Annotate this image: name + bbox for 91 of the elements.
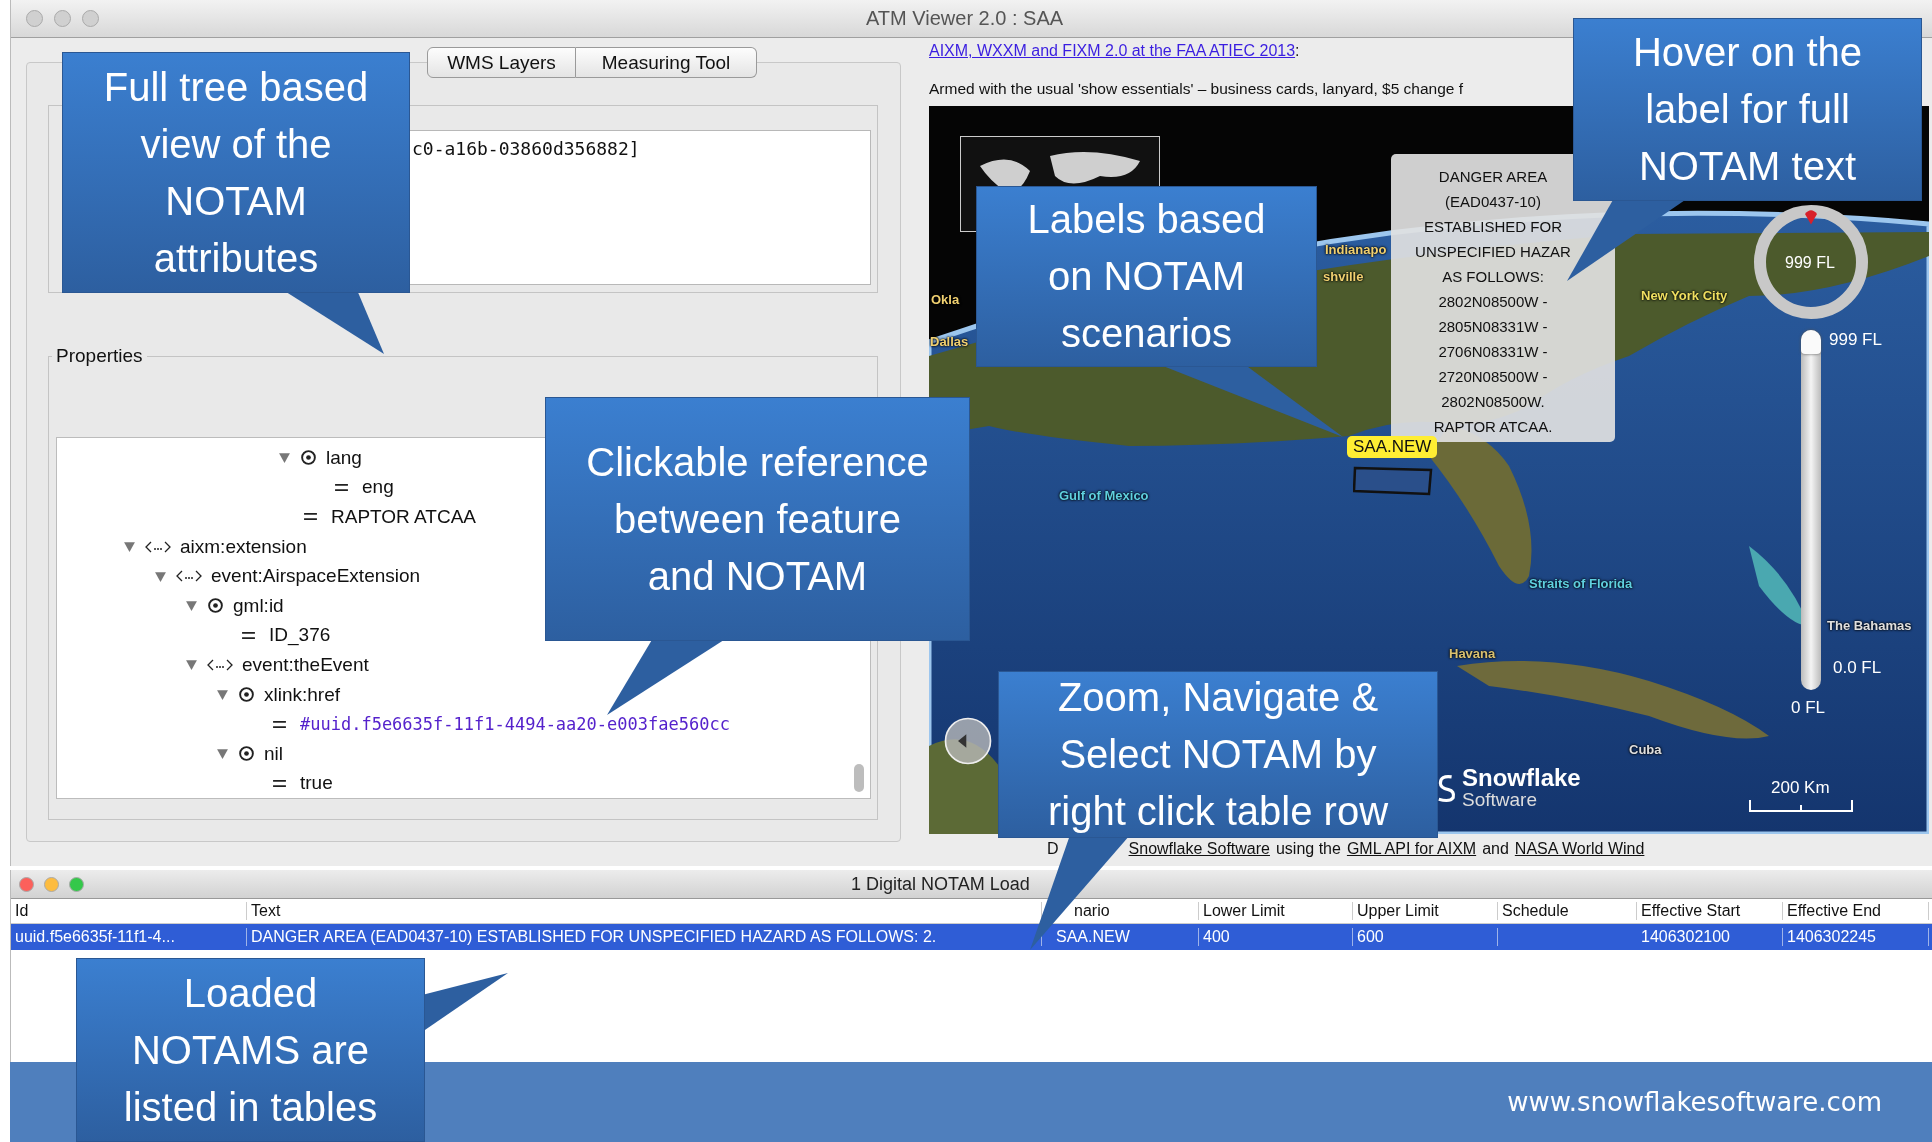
- tab[interactable]: Measuring Tool: [576, 47, 757, 78]
- feature-label[interactable]: SAA.NEW: [1347, 436, 1438, 458]
- place-label: shville: [1323, 269, 1364, 284]
- tree-expander-icon[interactable]: [154, 569, 167, 583]
- website-url[interactable]: www.snowflakesoftware.com: [1507, 1087, 1882, 1117]
- tree-node[interactable]: lang: [326, 446, 362, 469]
- tree-node[interactable]: nil: [264, 742, 283, 765]
- slider-thumb[interactable]: [1801, 330, 1821, 354]
- article-text: Armed with the usual 'show essentials' – business cards, lanyard, $5 change f: [929, 80, 1465, 99]
- column-header[interactable]: Effective Start: [1641, 902, 1741, 919]
- place-label: New York City: [1641, 288, 1728, 303]
- navigation-control-icon[interactable]: [943, 716, 993, 766]
- callout-text: Zoom, Navigate & Select NOTAM by right click table row: [1047, 674, 1389, 835]
- column-header[interactable]: Upper Limit: [1357, 902, 1439, 919]
- logo-subtitle: Software: [1462, 790, 1538, 809]
- column-header[interactable]: Text: [251, 902, 281, 919]
- logo-text: Snowflake: [1462, 766, 1581, 790]
- colon-text: :: [1295, 42, 1300, 59]
- attribute-icon: [207, 597, 224, 615]
- equals-icon: [272, 718, 287, 730]
- caption-text: using the: [1275, 840, 1341, 858]
- equals-icon: [272, 777, 287, 789]
- caption-text: and: [1482, 840, 1509, 858]
- tree-node[interactable]: aixm:extension: [180, 535, 307, 558]
- column-header[interactable]: Schedule: [1502, 902, 1569, 919]
- altitude-label: 0 FL: [1791, 698, 1826, 718]
- tree-node[interactable]: gml:id: [233, 594, 284, 617]
- compass-ring[interactable]: [1751, 202, 1871, 322]
- tree-node[interactable]: event:theEvent: [242, 653, 369, 676]
- element-icon: [145, 539, 171, 554]
- element-icon: [176, 569, 202, 584]
- scale-label: 200 Km: [1771, 778, 1830, 798]
- column-header[interactable]: Id: [15, 902, 29, 919]
- tree-expander-icon[interactable]: [185, 599, 198, 613]
- place-label: The Bahamas: [1827, 618, 1912, 633]
- tree-value: eng: [362, 476, 394, 499]
- table-cell: 600: [1353, 928, 1498, 946]
- place-label: Havana: [1449, 646, 1496, 661]
- column-header[interactable]: Effective End: [1787, 902, 1881, 919]
- table-cell: uuid.f5e6635f-11f1-4...: [11, 928, 247, 946]
- identifier-field[interactable]: c0-a16b-03860d356882]: [410, 130, 871, 285]
- attribute-icon: [238, 745, 255, 763]
- reference-link[interactable]: #uuid.f5e6635f-11f1-4494-aa20-e003fae560cc: [300, 714, 730, 735]
- table-cell: 1406302100: [1637, 928, 1783, 946]
- scrollbar-thumb[interactable]: [854, 764, 864, 792]
- attribute-icon: [300, 449, 317, 467]
- tree-expander-icon[interactable]: [123, 540, 136, 554]
- place-label: Indianapo: [1325, 242, 1387, 257]
- altitude-reading: 0.0 FL: [1833, 658, 1882, 678]
- caption-link[interactable]: Snowflake Software: [1128, 840, 1270, 858]
- place-label: Cuba: [1629, 742, 1662, 757]
- tree-expander-icon[interactable]: [278, 451, 291, 465]
- tree-expander-icon[interactable]: [216, 688, 229, 702]
- place-label: Dallas: [930, 334, 969, 349]
- altitude-reading: 999 FL: [1829, 330, 1882, 350]
- callout-text: Labels based on NOTAM scenarios: [1027, 196, 1266, 357]
- window-title: ATM Viewer 2.0 : SAA: [866, 7, 1064, 30]
- caption-text: D: [1047, 840, 1059, 858]
- caption-link[interactable]: NASA World Wind: [1514, 840, 1645, 858]
- tree-value: true: [300, 772, 333, 795]
- tree-node[interactable]: xlink:href: [264, 683, 341, 706]
- place-label: Okla: [931, 292, 960, 307]
- tree-value: RAPTOR ATCAA: [331, 506, 476, 528]
- window-title: 1 Digital NOTAM Load: [851, 873, 1030, 895]
- attribute-icon: [238, 686, 255, 704]
- tree-value: ID_376: [269, 624, 331, 647]
- tree-node[interactable]: event:AirspaceExtension: [211, 565, 421, 588]
- tree-expander-icon[interactable]: [185, 658, 198, 672]
- element-icon: [207, 657, 233, 672]
- altitude-reading: 999 FL: [1785, 254, 1835, 272]
- airspace-polygon[interactable]: [1353, 466, 1433, 496]
- place-label: Gulf of Mexico: [1059, 488, 1149, 503]
- callout-text: Loaded NOTAMS are listed in tables: [123, 969, 378, 1131]
- callout-text: Full tree based view of the NOTAM attributes: [103, 63, 369, 282]
- altitude-slider[interactable]: [1801, 330, 1821, 690]
- place-label: Straits of Florida: [1529, 576, 1633, 591]
- table-row[interactable]: uuid.f5e6635f-11f1-4... DANGER AREA (EAD0437-10) ESTABLISHED FOR UNSPECIFIED HAZARD AS FOLLOWS: 2. SAA.NEW 400 600 1406302100 1406302245: [11, 924, 1932, 950]
- column-header[interactable]: Lower Limit: [1203, 902, 1285, 919]
- caption-link[interactable]: GML API for AIXM: [1346, 840, 1477, 858]
- equals-icon: [303, 511, 318, 523]
- callout-text: Clickable reference between feature and NOTAM: [586, 438, 929, 600]
- equals-icon: [334, 481, 349, 493]
- tab[interactable]: WMS Layers: [427, 47, 576, 78]
- table-cell: 400: [1199, 928, 1353, 946]
- table-cell: 1406302245: [1783, 928, 1929, 946]
- close-button[interactable]: [19, 876, 34, 892]
- callout-text: Hover on the label for full NOTAM text: [1633, 29, 1862, 190]
- group-label: Properties: [55, 345, 144, 367]
- equals-icon: [241, 629, 256, 641]
- tree-expander-icon[interactable]: [216, 747, 229, 761]
- column-header[interactable]: nario: [1074, 902, 1110, 919]
